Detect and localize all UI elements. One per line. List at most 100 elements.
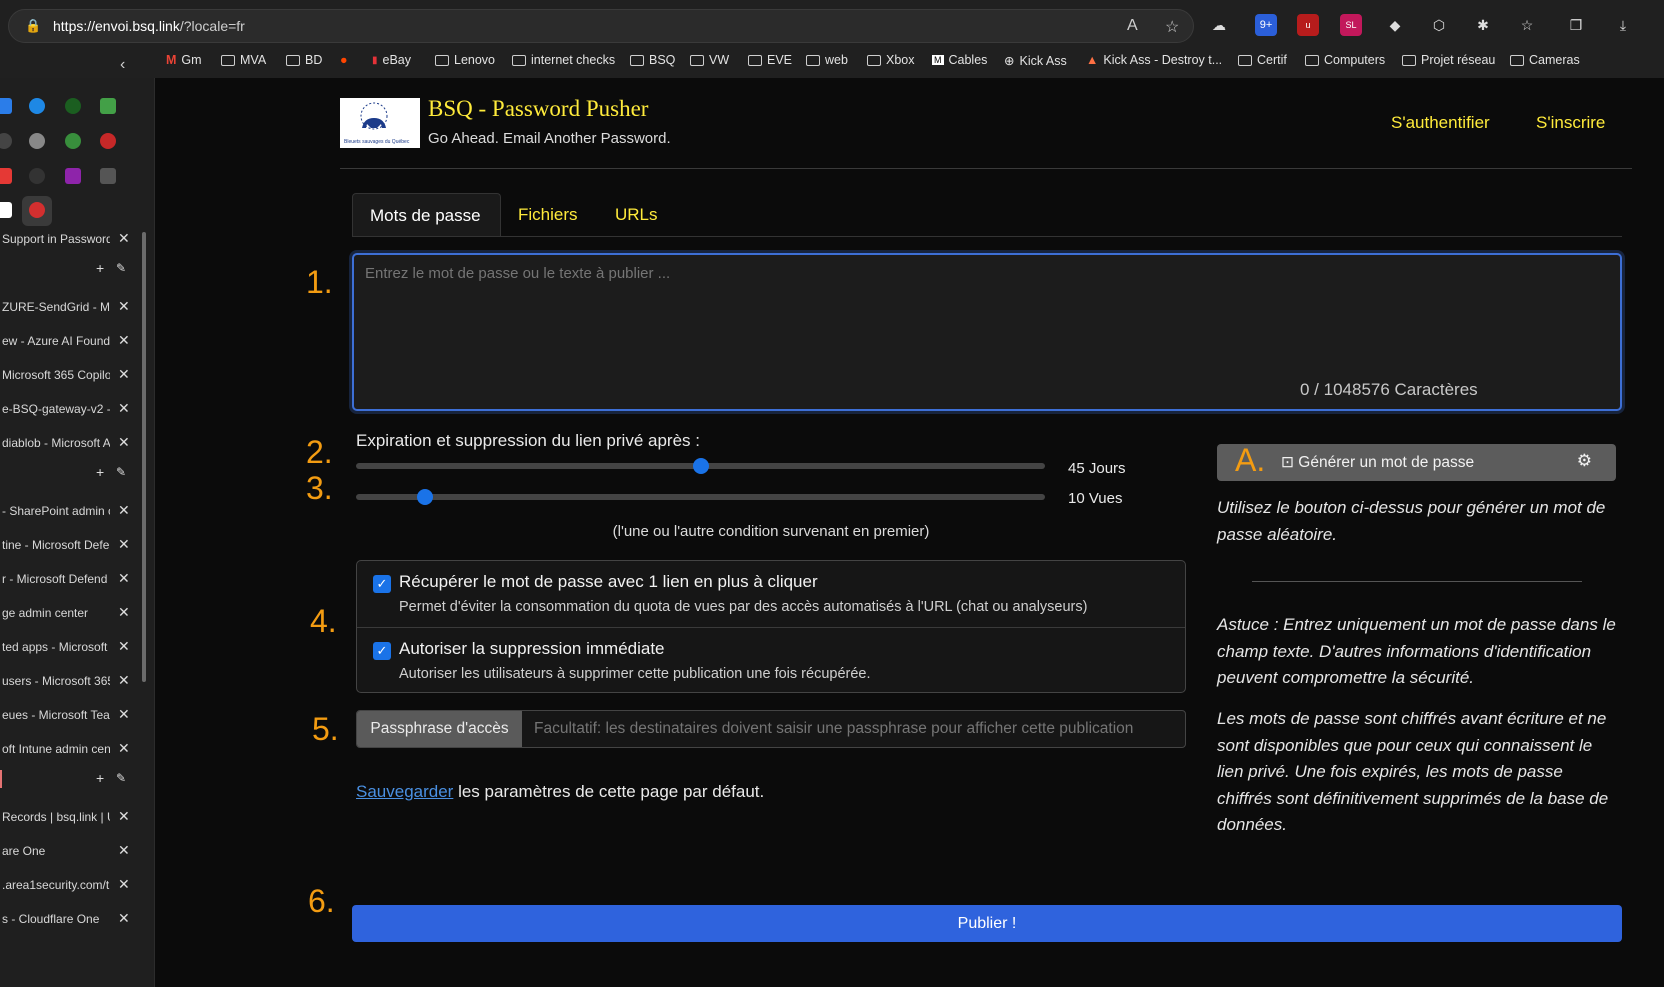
close-icon[interactable]: ✕ <box>118 536 130 553</box>
bookmark-internet-checks[interactable]: internet checks <box>512 53 615 67</box>
pinned-tab-icon[interactable] <box>65 168 81 184</box>
tab-item[interactable]: Support in Password ✕ <box>0 224 140 254</box>
close-icon[interactable]: ✕ <box>118 434 130 451</box>
favorite-star-icon[interactable]: ☆ <box>1165 17 1179 37</box>
deletable-option[interactable]: ✓ Autoriser la suppression immédiate Aut… <box>357 627 1185 693</box>
collections-icon[interactable]: ❐ <box>1565 14 1587 36</box>
bookmark-gm[interactable]: M Gm <box>166 53 202 67</box>
views-slider[interactable] <box>356 489 1045 505</box>
tab-item[interactable]: ew - Azure AI Foundr ✕ <box>0 326 140 356</box>
bookmark-bd[interactable]: BD <box>286 53 322 67</box>
signup-link[interactable]: S'inscrire <box>1536 113 1605 133</box>
save-defaults-link[interactable]: Sauvegarder <box>356 782 453 801</box>
bookmark-xbox[interactable]: Xbox <box>867 53 915 67</box>
pinned-tab-icon[interactable] <box>29 98 45 114</box>
tab-item[interactable]: users - Microsoft 365 ✕ <box>0 666 140 696</box>
extension-icon[interactable]: ◆ <box>1384 14 1406 36</box>
edit-icon[interactable]: ✎ <box>116 261 126 275</box>
download-icon[interactable]: ⤓ <box>1612 14 1634 36</box>
read-aloud-icon[interactable]: A <box>1127 17 1138 35</box>
close-icon[interactable]: ✕ <box>118 366 130 383</box>
tab-passwords[interactable]: Mots de passe <box>352 193 501 237</box>
login-link[interactable]: S'authentifier <box>1391 113 1490 133</box>
tab-item[interactable]: are One ✕ <box>0 836 140 866</box>
days-slider-handle[interactable] <box>692 458 709 474</box>
pinned-tab-icon[interactable] <box>0 133 12 149</box>
pinned-tab-icon[interactable] <box>29 133 45 149</box>
close-icon[interactable]: ✕ <box>118 502 130 519</box>
site-title[interactable]: BSQ - Password Pusher <box>428 96 648 122</box>
tab-item[interactable]: s - Cloudflare One ✕ <box>0 904 140 934</box>
pinned-tab-icon[interactable] <box>65 133 81 149</box>
url-text[interactable]: https://envoi.bsq.link/?locale=fr <box>53 18 245 34</box>
tab-item[interactable]: Records | bsq.link | U ✕ <box>0 802 140 832</box>
favorites-icon[interactable]: ☆ <box>1516 14 1538 36</box>
bookmark-cables[interactable]: M Cables <box>932 53 987 67</box>
bookmark-certif[interactable]: Certif <box>1238 53 1287 67</box>
tab-item[interactable]: ge admin center ✕ <box>0 598 140 628</box>
views-slider-handle[interactable] <box>416 489 433 505</box>
close-icon[interactable]: ✕ <box>118 332 130 349</box>
tab-item[interactable]: ted apps - Microsoft ✕ <box>0 632 140 662</box>
bookmark-eve[interactable]: EVE <box>748 53 792 67</box>
days-slider[interactable] <box>356 458 1045 474</box>
close-icon[interactable]: ✕ <box>118 808 130 825</box>
bookmark-web[interactable]: web <box>806 53 848 67</box>
bookmark-kick-ass[interactable]: ⊕ Kick Ass <box>1004 53 1067 69</box>
pinned-tab-icon[interactable] <box>29 168 45 184</box>
pinned-tab-icon[interactable] <box>65 98 81 114</box>
tab-item[interactable]: e-BSQ-gateway-v2 - ✕ <box>0 394 140 424</box>
bookmark-reddit[interactable]: ● <box>340 53 348 67</box>
publish-button[interactable]: Publier ! <box>352 905 1622 942</box>
close-icon[interactable]: ✕ <box>118 298 130 315</box>
tab-item[interactable]: Microsoft 365 Copilo ✕ <box>0 360 140 390</box>
close-icon[interactable]: ✕ <box>118 706 130 723</box>
bookmark-computers[interactable]: Computers <box>1305 53 1385 67</box>
add-tab-icon[interactable]: + <box>96 260 104 276</box>
bookmark-bsq[interactable]: BSQ <box>630 53 675 67</box>
close-icon[interactable]: ✕ <box>118 740 130 757</box>
tab-item[interactable]: diablob - Microsoft A ✕ <box>0 428 140 458</box>
add-tab-icon[interactable]: + <box>96 770 104 786</box>
tab-item[interactable]: oft Intune admin cent ✕ <box>0 734 140 764</box>
edit-icon[interactable]: ✎ <box>116 771 126 785</box>
close-icon[interactable]: ✕ <box>118 910 130 927</box>
close-icon[interactable]: ✕ <box>118 842 130 859</box>
close-icon[interactable]: ✕ <box>118 638 130 655</box>
address-bar[interactable]: 🔒 https://envoi.bsq.link/?locale=fr A ☆ <box>8 9 1194 43</box>
close-icon[interactable]: ✕ <box>118 230 130 247</box>
retrieval-step-checkbox[interactable]: ✓ <box>373 575 391 593</box>
bookmark-lenovo[interactable]: Lenovo <box>435 53 495 67</box>
tab-item[interactable]: tine - Microsoft Defe ✕ <box>0 530 140 560</box>
bookmark-cameras[interactable]: Cameras <box>1510 53 1580 67</box>
site-logo[interactable]: Bleuets sauvages du Québec <box>340 98 420 148</box>
close-icon[interactable]: ✕ <box>118 570 130 587</box>
tab-item[interactable]: r - Microsoft Defend ✕ <box>0 564 140 594</box>
bookmark-mva[interactable]: MVA <box>221 53 266 67</box>
tab-files[interactable]: Fichiers <box>501 193 595 237</box>
ublock-icon[interactable]: u <box>1297 14 1319 36</box>
tab-item[interactable]: .area1security.com/t ✕ <box>0 870 140 900</box>
extension-icon[interactable]: 9+ <box>1255 14 1277 36</box>
pinned-tab-icon[interactable] <box>0 98 12 114</box>
shield-icon[interactable]: ⬡ <box>1428 14 1450 36</box>
pinned-tab-icon[interactable] <box>100 168 116 184</box>
passphrase-input[interactable] <box>522 711 1185 747</box>
sl-extension-icon[interactable]: SL <box>1340 14 1362 36</box>
add-tab-icon[interactable]: + <box>96 464 104 480</box>
bookmark-projet-reseau[interactable]: Projet réseau <box>1402 53 1495 67</box>
bookmark-vw[interactable]: VW <box>690 53 729 67</box>
pinned-tab-icon[interactable] <box>100 98 116 114</box>
bookmark-kick-ass-destroy[interactable]: ▲ Kick Ass - Destroy t... <box>1086 53 1222 67</box>
bookmark-ebay[interactable]: ▮ eBay <box>372 53 411 67</box>
close-icon[interactable]: ✕ <box>118 604 130 621</box>
tab-urls[interactable]: URLs <box>598 193 675 237</box>
edit-icon[interactable]: ✎ <box>116 465 126 479</box>
sidebar-scrollbar[interactable] <box>142 232 146 682</box>
close-icon[interactable]: ✕ <box>118 672 130 689</box>
puzzle-icon[interactable]: ✱ <box>1472 14 1494 36</box>
cloud-icon[interactable]: ☁ <box>1208 14 1230 36</box>
collapse-chevron-icon[interactable]: ‹ <box>120 56 125 74</box>
close-icon[interactable]: ✕ <box>118 876 130 893</box>
tab-item[interactable]: - SharePoint admin c ✕ <box>0 496 140 526</box>
